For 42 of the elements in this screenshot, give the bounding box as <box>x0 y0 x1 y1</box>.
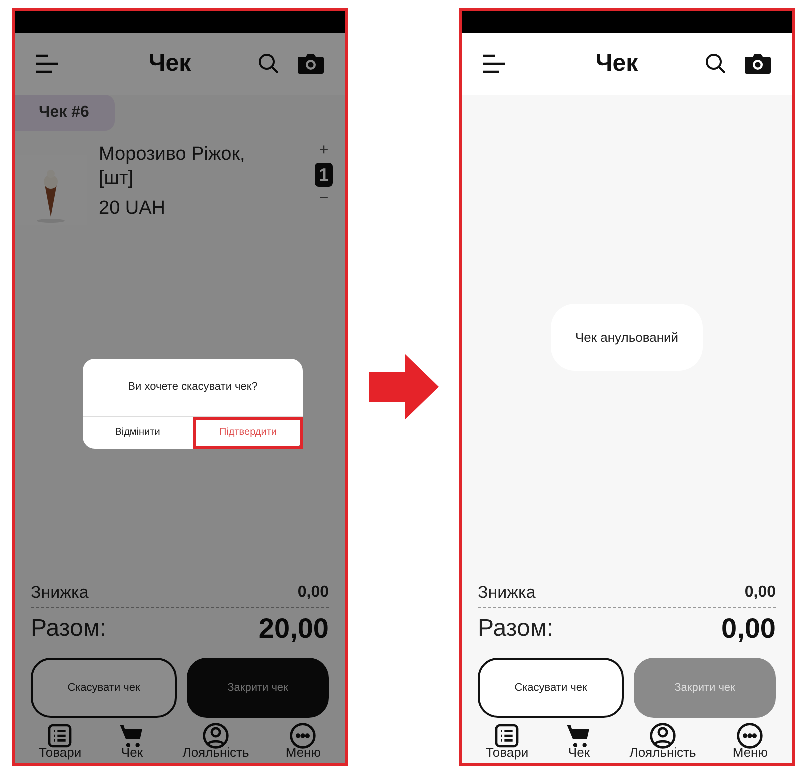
list-icon <box>46 722 74 750</box>
cancel-receipt-button[interactable]: Скасувати чек <box>478 658 624 718</box>
nav-tab[interactable]: Товари <box>486 722 529 759</box>
camera-icon[interactable] <box>297 52 325 76</box>
total-label: Разом: <box>478 614 554 644</box>
camera-icon[interactable] <box>744 52 772 76</box>
search-icon[interactable] <box>704 52 728 76</box>
arrow-icon <box>368 354 438 420</box>
close-receipt-button[interactable]: Закрити чек <box>187 658 329 718</box>
nav-tab[interactable]: Товари <box>39 722 82 759</box>
screen-title: Чек <box>148 49 192 79</box>
nav-tab[interactable]: Чек <box>118 722 146 759</box>
nav-tab[interactable]: Меню <box>732 722 768 759</box>
discount-label: Знижка <box>31 582 89 604</box>
nav-tab[interactable]: Лояльність <box>630 722 696 759</box>
dialog-button[interactable]: Підтвердити <box>192 416 303 448</box>
quantity-badge: 1 <box>314 163 333 187</box>
dialog-button[interactable]: Відмінити <box>83 416 192 448</box>
menu-icon[interactable] <box>482 54 506 74</box>
discount-value: 0,00 <box>298 583 329 603</box>
total-value: 0,00 <box>722 612 776 646</box>
toast-message: Чек анульований <box>551 304 703 371</box>
search-icon[interactable] <box>257 52 281 76</box>
total-value: 20,00 <box>258 612 329 646</box>
more-icon <box>289 722 318 750</box>
screen-title: Чек <box>594 49 640 79</box>
discount-label: Знижка <box>478 582 536 604</box>
increase-button[interactable]: + <box>319 143 329 159</box>
receipt-tab[interactable]: Чек #6 <box>15 95 115 131</box>
nav-tab[interactable]: Меню <box>286 722 321 759</box>
product-price: 20 UAH <box>99 197 167 221</box>
list-icon <box>493 722 522 750</box>
total-label: Разом: <box>31 614 107 644</box>
nav-tab[interactable]: Лояльність <box>182 722 250 759</box>
dialog-message: Ви хочете скасувати чек? <box>127 380 259 395</box>
nav-tab[interactable]: Чек <box>565 722 594 759</box>
more-icon <box>736 722 764 750</box>
decrease-button[interactable]: − <box>319 191 329 207</box>
discount-value: 0,00 <box>744 583 776 603</box>
cancel-receipt-button[interactable]: Скасувати чек <box>31 658 177 718</box>
product-name: Морозиво Ріжок, [шт] <box>99 143 246 191</box>
menu-icon[interactable] <box>35 54 59 74</box>
